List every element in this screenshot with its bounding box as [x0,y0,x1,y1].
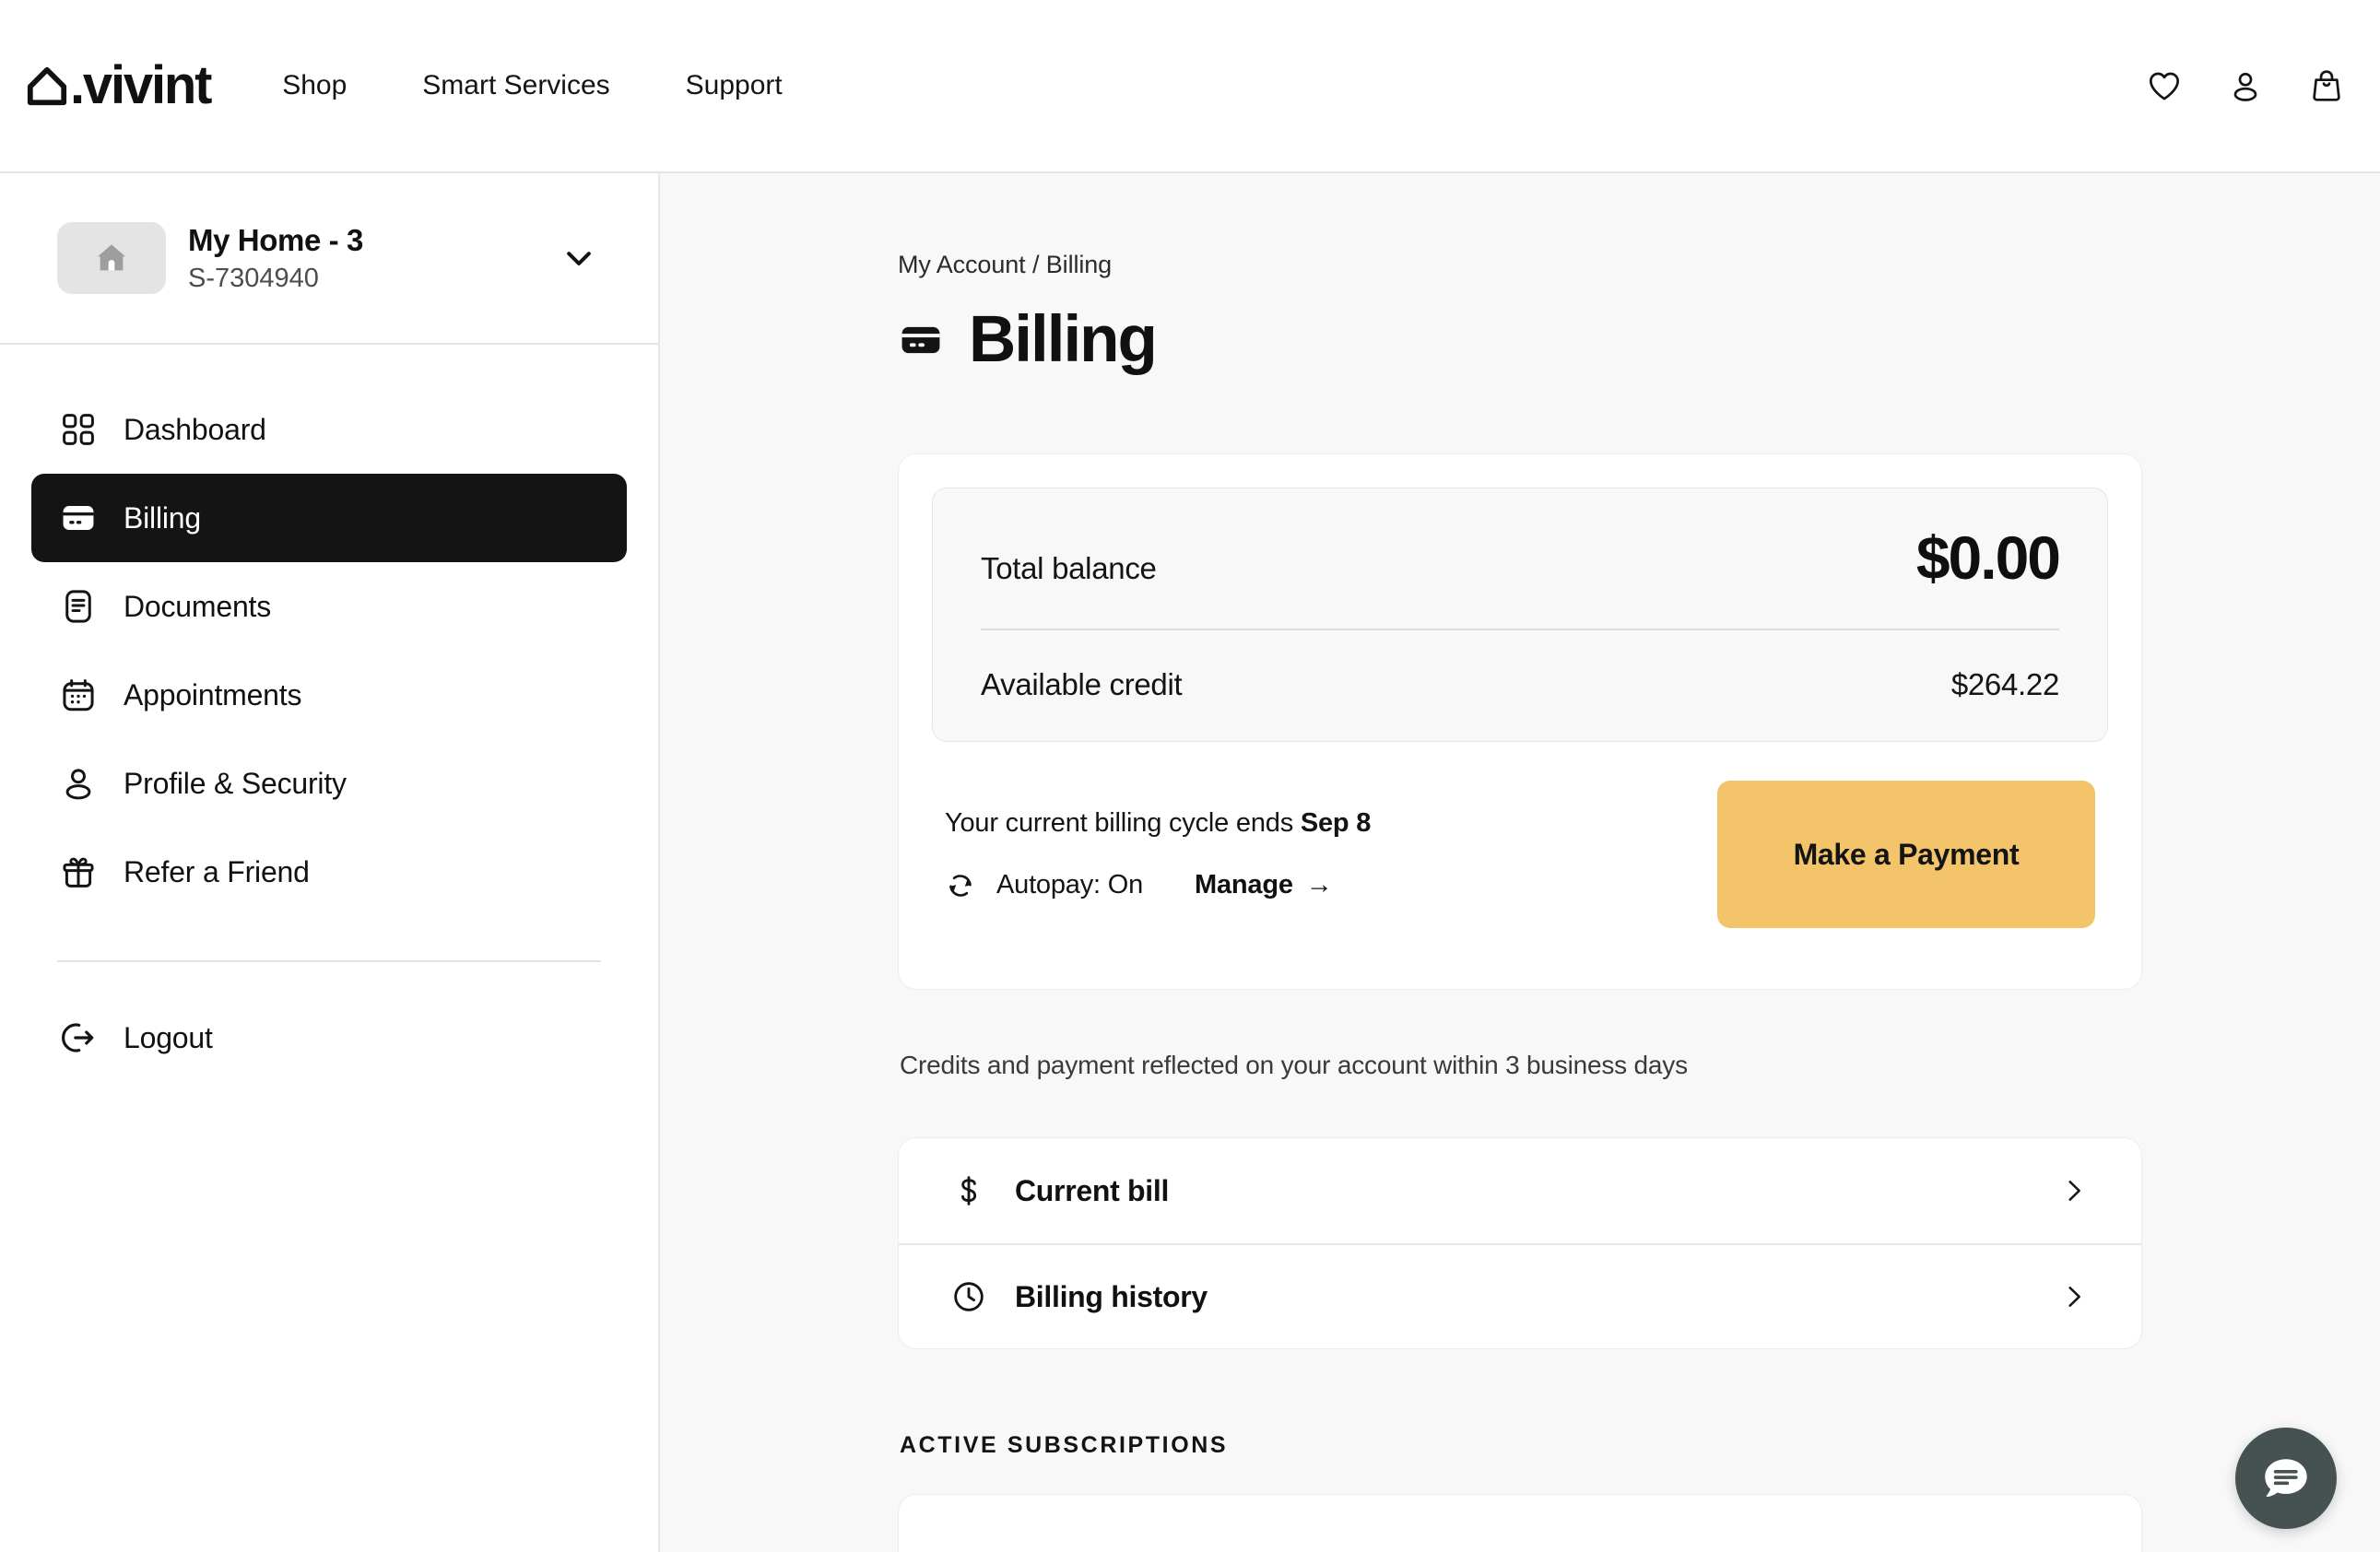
chevron-right-icon [2068,1287,2080,1307]
credit-card-icon [901,326,940,353]
document-icon [65,590,91,623]
dollar-icon [961,1176,977,1205]
vivint-logo[interactable]: .vivint [26,55,212,115]
primary-nav: Shop Smart Services Support [282,61,858,111]
available-credit-label: Available credit [981,667,1183,701]
person-icon [65,769,91,800]
sidebar-item-appointments[interactable]: Appointments [31,651,627,739]
grid-icon [63,414,94,445]
account-sidebar: My Home - 3 S-7304940 Dashboard Billing … [0,173,660,1552]
arrow-right-icon: → [1305,870,1333,899]
balance-panel: Total balance $0.00 Available credit $26… [932,488,2108,742]
make-a-payment-button[interactable]: Make a Payment [1717,781,2095,928]
refresh-icon [949,874,972,897]
house-icon [27,66,67,106]
calendar-icon [63,679,94,711]
chat-bubble-icon [2265,1459,2307,1498]
sidebar-item-logout[interactable]: Logout [31,994,627,1082]
credit-card-icon [63,506,94,530]
link-row-billing-history[interactable]: Billing history [899,1243,2141,1348]
home-account-number: S-7304940 [188,264,319,294]
chevron-down-icon[interactable] [557,236,601,280]
sidebar-item-label: Logout [124,1020,213,1054]
payment-info: Your current billing cycle ends Sep 8 Au… [945,808,1371,901]
autopay-status: Autopay: On [996,870,1144,899]
total-balance-label: Total balance [981,551,1157,585]
sidebar-footer: Logout [0,962,658,1082]
main-inner: My Account / Billing Billing Total balan… [660,251,2380,1552]
balance-card: Total balance $0.00 Available credit $26… [898,453,2142,990]
manage-label: Manage [1195,870,1293,899]
link-label: Billing history [1015,1279,1208,1313]
link-row-current-bill[interactable]: Current bill [899,1138,2141,1243]
sidebar-item-label: Dashboard [124,412,266,446]
autopay-row: Autopay: On Manage → [945,870,1371,901]
active-subscriptions-heading: ACTIVE SUBSCRIPTIONS [900,1432,1229,1458]
sidebar-item-refer-a-friend[interactable]: Refer a Friend [31,828,627,916]
page-body: My Home - 3 S-7304940 Dashboard Billing … [0,171,2380,1552]
billing-cycle-prefix: Your current billing cycle ends [945,807,1301,838]
active-subscriptions-card[interactable] [898,1494,2142,1552]
sidebar-item-label: Refer a Friend [124,854,310,888]
breadcrumb[interactable]: My Account / Billing [898,251,2142,279]
available-credit-value: $264.22 [1950,667,2059,701]
page-title: Billing [969,303,1158,376]
shopping-bag-icon[interactable] [2308,67,2345,104]
link-label: Current bill [1015,1173,1170,1207]
home-name: My Home - 3 [188,223,363,257]
billing-links-list: Current bill Billing history [898,1137,2142,1349]
sidebar-item-label: Appointments [124,677,302,711]
manage-autopay-link[interactable]: Manage → [1195,870,1333,900]
chevron-right-icon [2068,1181,2080,1201]
top-navigation-bar: .vivint Shop Smart Services Support [0,0,2380,171]
credits-note: Credits and payment reflected on your ac… [900,1051,1688,1079]
sidebar-item-profile-security[interactable]: Profile & Security [31,739,627,828]
nav-link-support[interactable]: Support [686,61,783,111]
sidebar-item-label: Profile & Security [124,766,347,800]
sidebar-item-label: Documents [124,589,272,623]
logout-icon [62,1023,94,1052]
sidebar-nav: Dashboard Billing Documents Appointments… [0,345,658,916]
main-content: My Account / Billing Billing Total balan… [660,173,2380,1552]
home-icon [98,244,125,271]
payment-row: Your current billing cycle ends Sep 8 Au… [932,742,2108,956]
logo-wordmark: .vivint [70,55,212,115]
balance-divider [981,629,2059,630]
sidebar-item-dashboard[interactable]: Dashboard [31,385,627,474]
gift-icon [63,857,94,888]
home-selector[interactable]: My Home - 3 S-7304940 [0,173,658,346]
chat-widget-button[interactable] [2235,1428,2337,1529]
page-root: .vivint Shop Smart Services Support My H… [0,0,2380,1552]
heart-icon[interactable] [2146,67,2183,104]
billing-cycle-text: Your current billing cycle ends Sep 8 [945,808,1371,839]
sidebar-item-label: Billing [124,500,201,535]
available-credit-row: Available credit $264.22 [981,667,2059,702]
clock-icon [954,1282,984,1311]
total-balance-row: Total balance $0.00 [981,523,2061,592]
home-meta: My Home - 3 S-7304940 [188,221,363,295]
page-title-row: Billing [898,307,2142,372]
billing-cycle-date: Sep 8 [1300,807,1372,838]
home-avatar [57,222,166,295]
nav-link-smart-services[interactable]: Smart Services [422,61,609,111]
sidebar-item-billing[interactable]: Billing [31,474,627,563]
top-nav-actions [2146,67,2345,104]
sidebar-item-documents[interactable]: Documents [31,562,627,651]
nav-link-shop[interactable]: Shop [282,61,347,111]
total-balance-value: $0.00 [1915,523,2061,592]
account-icon[interactable] [2227,67,2264,104]
